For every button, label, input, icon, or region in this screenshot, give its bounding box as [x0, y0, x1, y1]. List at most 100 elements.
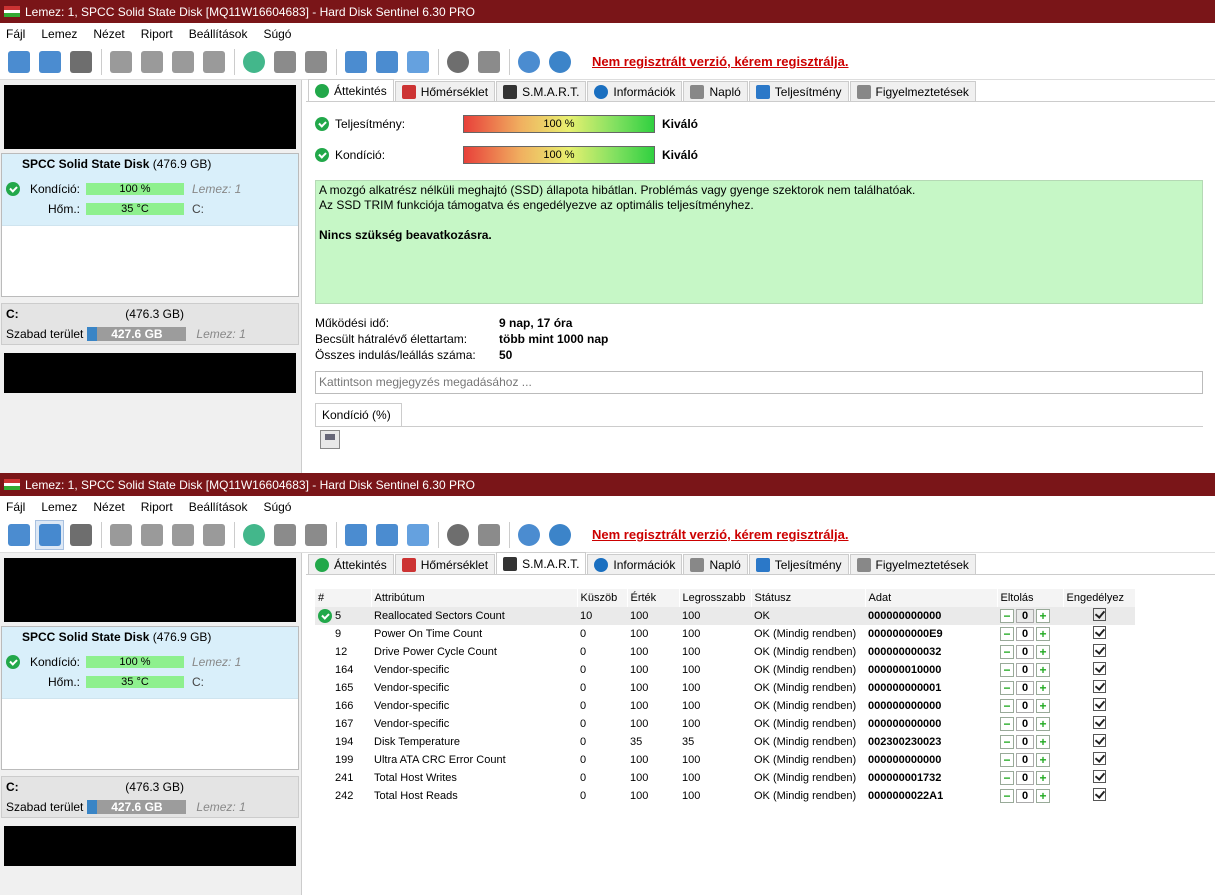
decrease-button[interactable]: − — [1000, 771, 1014, 785]
disk-ok-icon[interactable] — [168, 47, 197, 77]
info-icon[interactable] — [545, 520, 574, 550]
menu-settings[interactable]: Beállítások — [189, 27, 248, 41]
menu-settings[interactable]: Beállítások — [189, 500, 248, 514]
refresh-all-icon[interactable] — [35, 519, 64, 550]
sound-icon[interactable] — [474, 47, 503, 77]
usb-icon[interactable] — [301, 47, 330, 77]
table-row[interactable]: 242 Total Host Reads 0 100 100 OK (Mindig ren… — [315, 787, 1135, 805]
offset-value[interactable]: 0 — [1016, 735, 1034, 749]
offset-value[interactable]: 0 — [1016, 609, 1034, 623]
increase-button[interactable]: + — [1036, 789, 1050, 803]
column-header[interactable]: Eltolás — [997, 589, 1064, 607]
decrease-button[interactable]: − — [1000, 609, 1014, 623]
tab-log[interactable]: Napló — [683, 554, 748, 574]
sound-icon[interactable] — [474, 520, 503, 550]
menu-disk[interactable]: Lemez — [41, 500, 77, 514]
decrease-button[interactable]: − — [1000, 663, 1014, 677]
disk-panel[interactable]: SPCC Solid State Disk (476.9 GB) Kondíci… — [1, 626, 299, 770]
disk-list-icon[interactable] — [66, 47, 95, 77]
column-header[interactable]: Státusz — [751, 589, 866, 607]
offset-value[interactable]: 0 — [1016, 771, 1034, 785]
disk-icon[interactable] — [106, 47, 135, 77]
tab-alerts[interactable]: Figyelmeztetések — [849, 81, 976, 101]
save-icon[interactable] — [320, 430, 340, 449]
menu-help[interactable]: Súgó — [263, 27, 291, 41]
menu-file[interactable]: Fájl — [6, 27, 25, 41]
gear-icon[interactable] — [443, 47, 472, 77]
table-row[interactable]: 164 Vendor-specific 0 100 100 OK (Mindig rend… — [315, 661, 1135, 679]
report-icon[interactable] — [341, 47, 370, 77]
increase-button[interactable]: + — [1036, 681, 1050, 695]
globe-icon[interactable] — [239, 47, 268, 77]
increase-button[interactable]: + — [1036, 609, 1050, 623]
register-link[interactable]: Nem regisztrált verzió, kérem regisztrál… — [592, 527, 849, 542]
decrease-button[interactable]: − — [1000, 699, 1014, 713]
column-header[interactable]: Adat — [865, 589, 998, 607]
enable-checkbox[interactable] — [1092, 608, 1106, 621]
column-header[interactable]: Legrosszabb — [679, 589, 752, 607]
disk-search-icon[interactable] — [199, 47, 228, 77]
disk-icon[interactable] — [106, 520, 135, 550]
column-header[interactable]: Engedélyez — [1063, 589, 1136, 607]
network-icon[interactable] — [270, 47, 299, 77]
tab-log[interactable]: Napló — [683, 81, 748, 101]
table-row[interactable]: 194 Disk Temperature 0 35 35 OK (Mindig rendb… — [315, 733, 1135, 751]
tab-smart[interactable]: S.M.A.R.T. — [496, 552, 587, 574]
share-icon[interactable] — [403, 520, 432, 550]
increase-button[interactable]: + — [1036, 717, 1050, 731]
menu-disk[interactable]: Lemez — [41, 27, 77, 41]
column-header[interactable]: # — [315, 589, 372, 607]
decrease-button[interactable]: − — [1000, 789, 1014, 803]
increase-button[interactable]: + — [1036, 771, 1050, 785]
mail-icon[interactable] — [372, 520, 401, 550]
disk-schedule-icon[interactable] — [137, 520, 166, 550]
tab-temperature[interactable]: Hőmérséklet — [394, 554, 496, 574]
table-row[interactable]: 12 Drive Power Cycle Count 0 100 100 OK (Mind… — [315, 643, 1135, 661]
column-header[interactable]: Küszöb — [577, 589, 628, 607]
tab-information[interactable]: Információk — [587, 554, 683, 574]
enable-checkbox[interactable] — [1092, 752, 1106, 765]
enable-checkbox[interactable] — [1092, 770, 1106, 783]
increase-button[interactable]: + — [1036, 627, 1050, 641]
enable-checkbox[interactable] — [1092, 734, 1106, 747]
note-input[interactable]: Kattintson megjegyzés megadásához ... — [315, 371, 1203, 394]
gear-icon[interactable] — [443, 520, 472, 550]
increase-button[interactable]: + — [1036, 645, 1050, 659]
refresh-icon[interactable] — [4, 520, 33, 550]
tab-information[interactable]: Információk — [587, 81, 683, 101]
increase-button[interactable]: + — [1036, 663, 1050, 677]
column-header[interactable]: Attribútum — [371, 589, 578, 607]
offset-value[interactable]: 0 — [1016, 663, 1034, 677]
offset-value[interactable]: 0 — [1016, 753, 1034, 767]
help-icon[interactable] — [514, 47, 543, 77]
decrease-button[interactable]: − — [1000, 627, 1014, 641]
table-row[interactable]: 165 Vendor-specific 0 100 100 OK (Mindig rend… — [315, 679, 1135, 697]
register-link[interactable]: Nem regisztrált verzió, kérem regisztrál… — [592, 54, 849, 69]
help-icon[interactable] — [514, 520, 543, 550]
menu-view[interactable]: Nézet — [93, 27, 124, 41]
tab-temperature[interactable]: Hőmérséklet — [394, 81, 496, 101]
disk-panel[interactable]: SPCC Solid State Disk (476.9 GB) Kondíci… — [1, 153, 299, 297]
table-row[interactable]: 9 Power On Time Count 0 100 100 OK (Mindig re… — [315, 625, 1135, 643]
offset-value[interactable]: 0 — [1016, 699, 1034, 713]
table-row[interactable]: 199 Ultra ATA CRC Error Count 0 100 100 OK (M… — [315, 751, 1135, 769]
enable-checkbox[interactable] — [1092, 788, 1106, 801]
offset-value[interactable]: 0 — [1016, 789, 1034, 803]
enable-checkbox[interactable] — [1092, 698, 1106, 711]
table-row[interactable]: 5 Reallocated Sectors Count 10 100 100 OK 0000… — [315, 607, 1135, 625]
tab-overview[interactable]: Áttekintés — [308, 554, 394, 574]
decrease-button[interactable]: − — [1000, 717, 1014, 731]
info-icon[interactable] — [545, 47, 574, 77]
enable-checkbox[interactable] — [1092, 716, 1106, 729]
tab-performance[interactable]: Teljesítmény — [748, 554, 849, 574]
offset-value[interactable]: 0 — [1016, 717, 1034, 731]
menu-report[interactable]: Riport — [141, 500, 173, 514]
table-row[interactable]: 166 Vendor-specific 0 100 100 OK (Mindig rend… — [315, 697, 1135, 715]
menu-view[interactable]: Nézet — [93, 500, 124, 514]
offset-value[interactable]: 0 — [1016, 681, 1034, 695]
mail-icon[interactable] — [372, 47, 401, 77]
disk-ok-icon[interactable] — [168, 520, 197, 550]
disk-schedule-icon[interactable] — [137, 47, 166, 77]
globe-icon[interactable] — [239, 520, 268, 550]
increase-button[interactable]: + — [1036, 735, 1050, 749]
